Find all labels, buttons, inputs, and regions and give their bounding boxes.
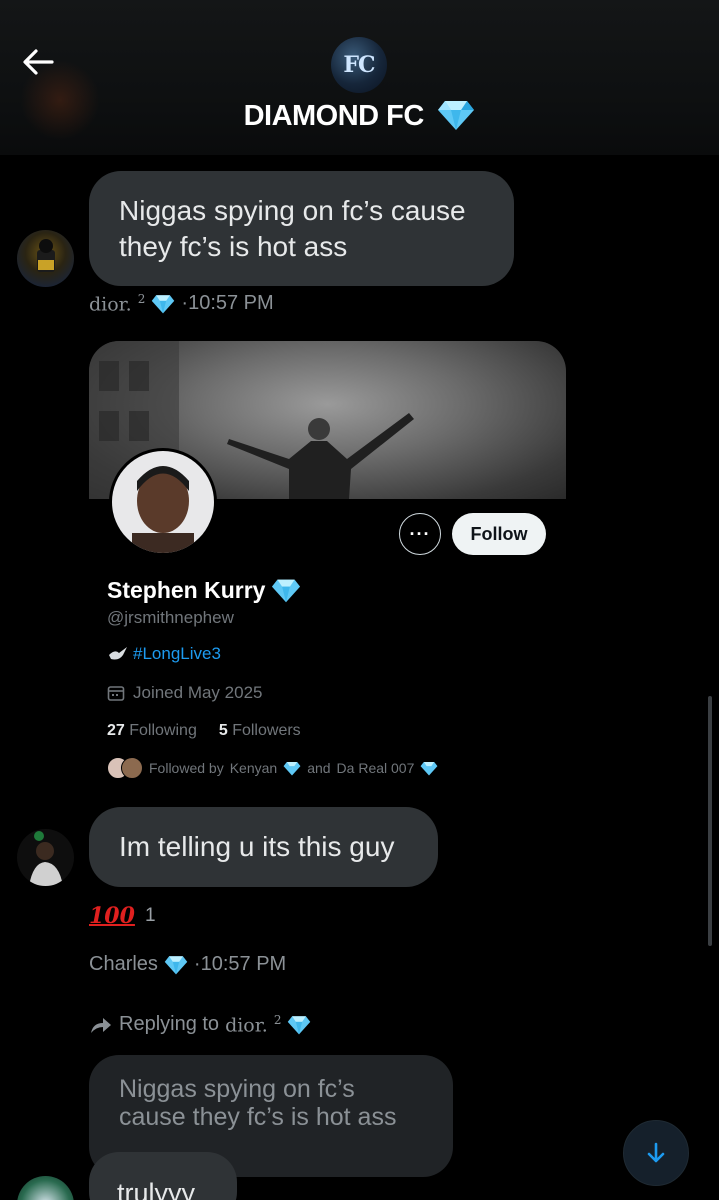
joined-text: Joined May 2025 xyxy=(133,683,263,702)
arrow-down-icon xyxy=(647,1142,665,1163)
followers-stat[interactable]: 5 Followers xyxy=(219,722,301,740)
follow-button-label: Follow xyxy=(470,523,528,544)
reply-author: dior. 2 xyxy=(225,1013,282,1037)
followed-by-and: and xyxy=(307,760,331,776)
profile-name[interactable]: Stephen Kurry xyxy=(107,577,301,604)
dove-icon xyxy=(109,647,127,660)
message-reaction[interactable]: 100 1 xyxy=(89,903,156,929)
profile-avatar[interactable] xyxy=(109,448,217,556)
followed-by-prefix: Followed by xyxy=(149,760,224,776)
author-name[interactable]: Charles xyxy=(89,953,158,976)
message-bubble[interactable]: trulyyy xyxy=(89,1152,237,1200)
avatar-figure-icon xyxy=(37,239,55,272)
arrow-left-icon[interactable] xyxy=(18,42,58,82)
profile-bio: #LongLive3 xyxy=(107,644,221,664)
calendar-icon xyxy=(107,686,125,701)
group-title[interactable]: DIAMOND FC xyxy=(0,100,719,133)
chat-header: FC DIAMOND FC xyxy=(0,0,719,155)
followed-by-name: Da Real 007 xyxy=(336,760,415,776)
message-bubble[interactable]: Im telling u its this guy xyxy=(89,807,438,887)
avatar-photo xyxy=(112,451,214,553)
reaction-count: 1 xyxy=(144,905,156,926)
message-meta: Charles ·10:57 PM xyxy=(89,953,286,976)
follow-button[interactable]: Follow xyxy=(452,513,546,555)
diamond-icon xyxy=(272,579,301,603)
diamond-icon xyxy=(164,955,188,974)
diamond-icon xyxy=(288,1015,311,1035)
message-time: ·10:57 PM xyxy=(181,292,274,315)
group-avatar-text: FC xyxy=(343,52,375,78)
scroll-to-bottom-button[interactable] xyxy=(623,1120,689,1186)
avatar[interactable] xyxy=(17,1176,74,1200)
more-options-label: ··· xyxy=(409,523,431,544)
diamond-icon xyxy=(283,761,301,776)
profile-joined: Joined May 2025 xyxy=(107,683,262,703)
profile-card[interactable]: ··· Follow Stephen Kurry @jrsmithnephew … xyxy=(89,341,566,781)
avatar[interactable] xyxy=(17,230,74,287)
avatar[interactable] xyxy=(17,829,74,886)
quoted-message-text: Niggas spying on fc’s cause they fc’s is… xyxy=(119,1075,397,1131)
more-options-button[interactable]: ··· xyxy=(399,513,441,555)
followed-by-name: Kenyan xyxy=(229,760,278,776)
profile-name-text: Stephen Kurry xyxy=(107,577,266,603)
profile-stats: 27 Following 5 Followers xyxy=(107,722,301,740)
replying-to[interactable]: Replying to dior. 2 xyxy=(89,1013,311,1036)
author-name[interactable]: dior. 2 xyxy=(89,292,145,315)
message-text: trulyyy xyxy=(117,1178,196,1200)
diamond-icon xyxy=(152,294,175,314)
diamond-icon xyxy=(420,761,438,776)
message-bubble[interactable]: Niggas spying on fc’s cause they fc’s is… xyxy=(89,171,514,286)
diamond-icon xyxy=(438,101,475,131)
avatar-figure-icon xyxy=(29,831,63,886)
profile-handle: @jrsmithnephew xyxy=(107,608,234,627)
group-avatar[interactable]: FC xyxy=(331,37,387,93)
replying-prefix: Replying to xyxy=(119,1013,220,1036)
bio-hashtag-link[interactable]: #LongLive3 xyxy=(133,644,221,664)
group-title-text: DIAMOND FC xyxy=(243,100,425,132)
following-stat[interactable]: 27 Following xyxy=(107,722,197,740)
message-meta: dior. 2 ·10:57 PM xyxy=(89,292,274,315)
reply-arrow-icon xyxy=(91,1017,111,1033)
message-time: ·10:57 PM xyxy=(193,953,287,975)
hundred-points-icon: 100 xyxy=(89,903,135,929)
message-text: Niggas spying on fc’s cause they fc’s is… xyxy=(119,195,466,262)
follower-avatar xyxy=(121,757,143,779)
scrollbar[interactable] xyxy=(708,696,712,946)
followed-by[interactable]: Followed by Kenyan and Da Real 007 xyxy=(107,757,438,779)
message-text: Im telling u its this guy xyxy=(119,831,395,862)
